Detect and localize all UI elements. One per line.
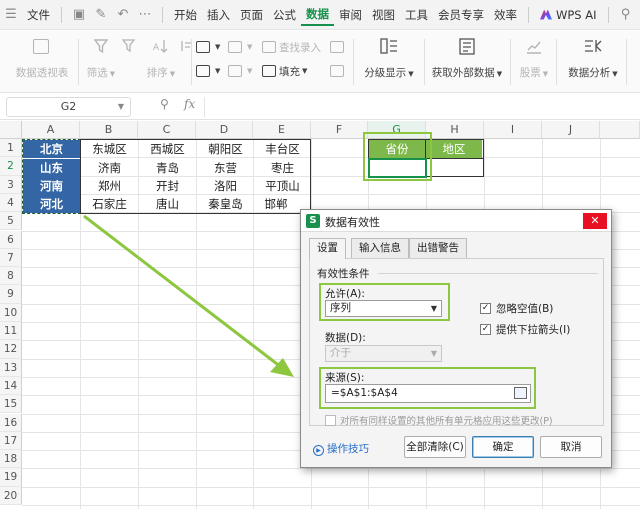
ignore-blank-label: 忽略空值(B) [496, 303, 554, 315]
highlight-allow [319, 283, 450, 321]
data-label: 数据(D): [325, 332, 366, 344]
dropdown-arrow-checkbox[interactable]: ✓ [480, 324, 491, 335]
play-icon: ▶ [313, 445, 324, 456]
dropdown-arrow-label: 提供下拉箭头(I) [496, 324, 571, 336]
apply-all-checkbox [325, 415, 336, 426]
section-validation-criteria: 有效性条件 [317, 268, 370, 280]
ignore-blank-checkbox[interactable]: ✓ [480, 303, 491, 314]
tab-error-alert[interactable]: 出错警告 [409, 238, 467, 258]
clear-all-button[interactable]: 全部清除(C) [404, 436, 466, 458]
cancel-button[interactable]: 取消 [540, 436, 602, 458]
close-icon[interactable]: ✕ [583, 213, 607, 229]
data-select: 介于 ▼ [325, 345, 442, 362]
section-divider [378, 273, 598, 274]
tab-input-message[interactable]: 输入信息 [351, 238, 409, 258]
tips-link[interactable]: ▶ 操作技巧 [313, 441, 369, 456]
tips-text: 操作技巧 [327, 443, 369, 455]
dialog-title: 数据有效性 [325, 216, 380, 229]
highlight-source [319, 367, 536, 409]
apply-all-label: 对所有同样设置的其他所有单元格应用这些更改(P) [340, 416, 553, 427]
wps-spreadsheet-icon: S [306, 214, 320, 228]
settings-pane: 有效性条件 允许(A): 序列 ▼ ✓ 忽略空值(B) ✓ 提供下拉箭头(I) 数… [309, 258, 604, 427]
tab-settings[interactable]: 设置 [309, 238, 346, 259]
data-value: 介于 [330, 347, 351, 359]
data-validation-dialog: S 数据有效性 ✕ 设置 输入信息 出错警告 有效性条件 允许(A): 序列 ▼ … [300, 209, 612, 468]
ok-button[interactable]: 确定 [472, 436, 534, 458]
chevron-down-icon: ▼ [430, 349, 437, 358]
dialog-title-bar: S 数据有效性 ✕ [301, 210, 611, 232]
